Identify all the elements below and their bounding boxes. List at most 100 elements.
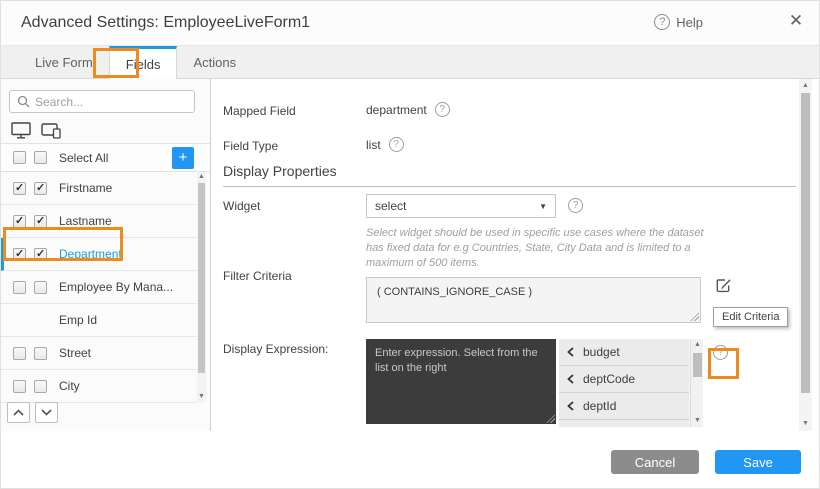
question-icon[interactable]: ? — [435, 102, 450, 117]
list-item[interactable]: Firstname — [1, 172, 197, 205]
web-checkbox[interactable] — [13, 281, 26, 294]
scrollbar-thumb[interactable] — [693, 353, 702, 377]
move-down-button[interactable] — [35, 402, 58, 423]
list-item[interactable]: Employee By Mana... — [1, 271, 197, 304]
filter-criteria-label: Filter Criteria — [223, 269, 292, 283]
question-icon[interactable]: ? — [389, 137, 404, 152]
expression-field-item[interactable]: deptId — [559, 393, 689, 420]
scrollbar-thumb[interactable] — [801, 93, 810, 393]
question-icon[interactable]: ? — [713, 345, 728, 360]
edit-criteria-tooltip: Edit Criteria — [713, 307, 788, 327]
edit-icon — [715, 277, 733, 295]
save-button[interactable]: Save — [715, 450, 801, 474]
main-panel-scrollbar[interactable]: ▲ ▼ — [799, 79, 812, 431]
field-label: City — [59, 379, 80, 393]
select-all-row[interactable]: Select All + — [1, 144, 210, 172]
search-placeholder: Search... — [35, 95, 83, 109]
resize-handle[interactable] — [546, 414, 555, 423]
scroll-up-icon[interactable]: ▲ — [197, 172, 206, 182]
mobile-checkbox[interactable] — [34, 215, 47, 228]
scroll-down-icon[interactable]: ▼ — [691, 416, 703, 426]
filter-criteria-value: ( CONTAINS_IGNORE_CASE ) — [377, 286, 532, 298]
list-item[interactable]: Department — [1, 238, 197, 271]
chevron-down-icon — [41, 409, 52, 416]
expression-field-item[interactable]: location — [559, 420, 689, 427]
widget-label: Widget — [223, 199, 260, 213]
field-label: Lastname — [59, 214, 112, 228]
expression-field-item[interactable]: deptCode — [559, 366, 689, 393]
expression-field-label: location — [583, 426, 624, 427]
expression-field-label: budget — [583, 345, 620, 359]
expression-list-scrollbar[interactable]: ▲ ▼ — [690, 339, 703, 427]
tab-bar: Live Form Fields Actions — [1, 46, 820, 79]
web-checkbox[interactable] — [13, 182, 26, 195]
field-label: Street — [59, 346, 91, 360]
edit-criteria-button[interactable] — [713, 275, 735, 297]
field-settings-panel: Mapped Field department ? Field Type lis… — [211, 79, 820, 431]
display-expression-label: Display Expression: — [223, 342, 328, 356]
mobile-checkbox[interactable] — [34, 380, 47, 393]
field-type-label: Field Type — [223, 139, 278, 153]
tab-fields[interactable]: Fields — [109, 46, 178, 79]
list-item[interactable]: Lastname — [1, 205, 197, 238]
field-label: Firstname — [59, 181, 112, 195]
move-up-button[interactable] — [7, 402, 30, 423]
dialog-header: Advanced Settings: EmployeeLiveForm1 ? H… — [1, 1, 820, 46]
mobile-checkbox[interactable] — [34, 248, 47, 261]
help-button[interactable]: ? Help — [654, 14, 703, 30]
cancel-button[interactable]: Cancel — [611, 450, 699, 474]
dialog-footer: Cancel Save — [1, 432, 820, 489]
chevron-left-icon — [567, 401, 574, 411]
expression-field-list: ▲ ▼ budget deptCode deptId location — [559, 339, 703, 427]
field-label: Department — [59, 247, 122, 261]
scroll-up-icon[interactable]: ▲ — [691, 340, 703, 350]
select-all-mobile-checkbox[interactable] — [34, 151, 47, 164]
list-item[interactable]: City — [1, 370, 197, 403]
web-checkbox[interactable] — [13, 347, 26, 360]
scroll-down-icon[interactable]: ▼ — [799, 419, 812, 429]
mobile-tablet-icon[interactable] — [41, 122, 62, 139]
tab-live-form[interactable]: Live Form — [19, 46, 109, 78]
help-label: Help — [676, 15, 703, 30]
expression-field-item[interactable]: budget — [559, 339, 689, 366]
web-checkbox[interactable] — [13, 380, 26, 393]
mobile-checkbox[interactable] — [34, 281, 47, 294]
search-input[interactable]: Search... — [9, 90, 195, 113]
mobile-checkbox[interactable] — [34, 347, 47, 360]
scrollbar-thumb[interactable] — [198, 183, 205, 373]
select-all-label: Select All — [59, 151, 108, 165]
display-expression-textarea[interactable]: Enter expression. Select from the list o… — [366, 339, 556, 424]
sidebar-scrollbar[interactable]: ▲ ▼ — [197, 172, 206, 402]
resize-handle[interactable] — [690, 312, 699, 321]
scroll-down-icon[interactable]: ▼ — [197, 392, 206, 402]
web-checkbox[interactable] — [13, 215, 26, 228]
dropdown-caret-icon: ▼ — [539, 202, 547, 211]
chevron-left-icon — [567, 347, 574, 357]
widget-select[interactable]: select ▼ — [366, 194, 556, 218]
list-item[interactable]: Emp Id — [1, 304, 197, 337]
select-all-web-checkbox[interactable] — [13, 151, 26, 164]
desktop-icon[interactable] — [11, 122, 31, 139]
field-label: Employee By Mana... — [59, 280, 173, 294]
page-title: Advanced Settings: EmployeeLiveForm1 — [21, 14, 310, 32]
expression-field-label: deptId — [583, 399, 616, 413]
tab-actions[interactable]: Actions — [177, 46, 252, 78]
close-icon[interactable]: ✕ — [786, 11, 806, 31]
web-checkbox[interactable] — [13, 248, 26, 261]
field-reorder-buttons — [7, 402, 58, 423]
mapped-field-value: department — [366, 103, 427, 117]
help-icon: ? — [654, 14, 670, 30]
question-icon[interactable]: ? — [568, 198, 583, 213]
add-field-button[interactable]: + — [172, 147, 194, 169]
list-item[interactable]: Street — [1, 337, 197, 370]
dialog-body: Search... Select All + Firstname Lastnam… — [1, 79, 820, 431]
widget-selected-value: select — [375, 199, 406, 213]
field-type-value: list — [366, 138, 381, 152]
scroll-up-icon[interactable]: ▲ — [799, 81, 812, 91]
field-label: Emp Id — [59, 313, 97, 327]
expression-help-row: ? — [713, 345, 728, 360]
advanced-settings-dialog: Advanced Settings: EmployeeLiveForm1 ? H… — [0, 0, 820, 489]
mobile-checkbox[interactable] — [34, 182, 47, 195]
filter-criteria-textarea[interactable]: ( CONTAINS_IGNORE_CASE ) — [366, 277, 701, 323]
mapped-field-label: Mapped Field — [223, 104, 296, 118]
